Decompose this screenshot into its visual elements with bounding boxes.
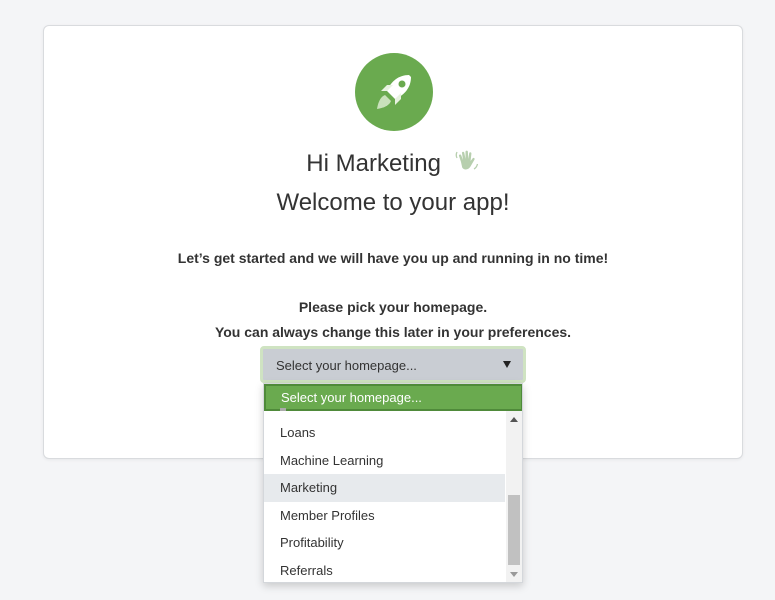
dropdown-option-loans[interactable]: Loans	[264, 419, 505, 447]
scrollbar-thumb[interactable]	[508, 495, 520, 565]
lead-text: Let’s get started and we will have you u…	[177, 250, 609, 266]
pick-homepage-text: Please pick your homepage.	[298, 299, 488, 315]
homepage-select-value: Select your homepage...	[276, 358, 417, 373]
rocket-icon	[377, 75, 411, 109]
dropdown-option-member-profiles[interactable]: Member Profiles	[264, 502, 505, 530]
welcome-heading: Welcome to your app!	[276, 189, 510, 216]
dropdown-option-placeholder[interactable]: Select your homepage...	[264, 384, 522, 411]
rocket-logo	[355, 53, 433, 131]
scroll-down-arrow-icon[interactable]	[510, 572, 518, 577]
dropdown-option-referrals[interactable]: Referrals	[264, 557, 505, 583]
dropdown-option-list: Loans Machine Learning Marketing Member …	[264, 419, 505, 583]
homepage-dropdown[interactable]: Select your homepage... Loans Machine Le…	[263, 383, 523, 583]
greeting-text: Hi Marketing	[306, 150, 442, 177]
greeting-heading: Hi Marketing	[44, 148, 742, 182]
change-later-text: You can always change this later in your…	[214, 324, 572, 340]
dropdown-option-machine-learning[interactable]: Machine Learning	[264, 447, 505, 475]
dropdown-scrollbar[interactable]	[506, 411, 522, 582]
partially-hidden-option	[280, 408, 286, 411]
dropdown-option-marketing[interactable]: Marketing	[264, 474, 505, 502]
dropdown-option-profitability[interactable]: Profitability	[264, 529, 505, 557]
scroll-up-arrow-icon[interactable]	[510, 417, 518, 422]
homepage-select[interactable]: Select your homepage...	[260, 346, 526, 383]
waving-hand-icon	[454, 148, 480, 182]
caret-down-icon	[503, 361, 511, 368]
